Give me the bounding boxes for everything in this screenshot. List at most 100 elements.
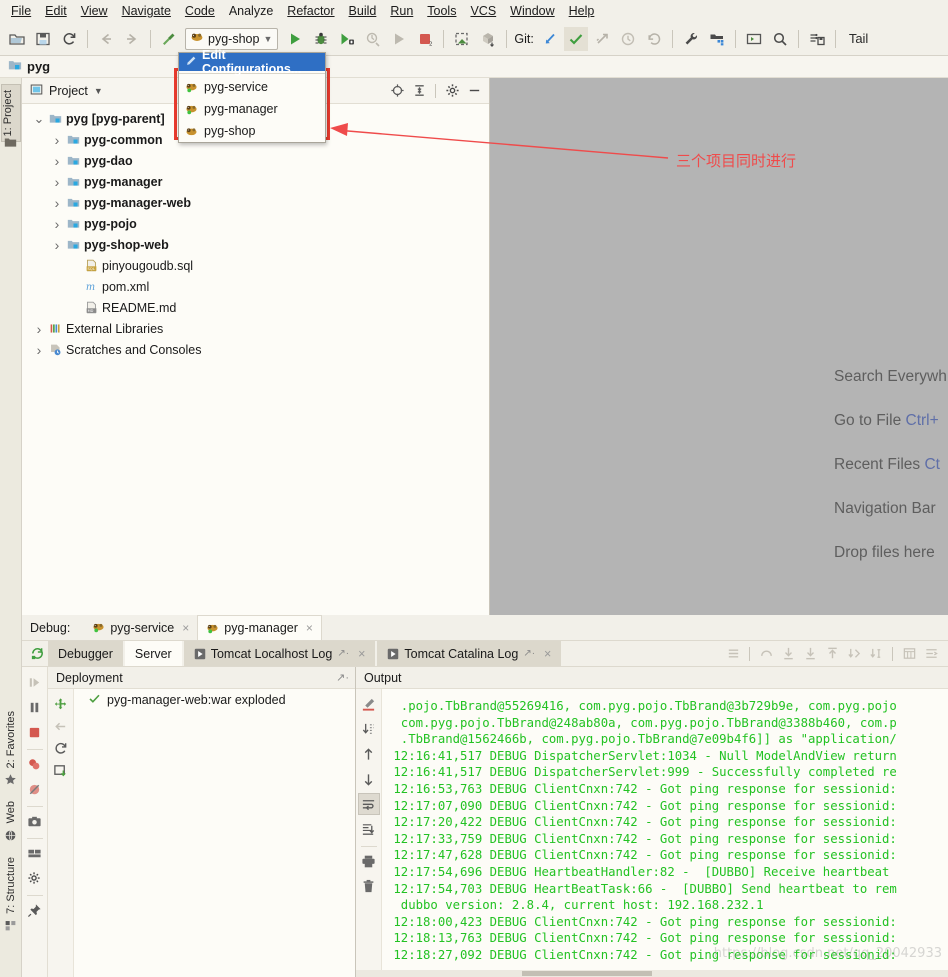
tree-row[interactable]: › pyg-dao — [22, 150, 489, 171]
update-project-icon[interactable] — [476, 27, 500, 51]
project-structure-icon[interactable] — [705, 27, 729, 51]
debug-icon[interactable] — [309, 27, 333, 51]
chevron-right-icon[interactable]: › — [50, 174, 64, 190]
chevron-right-icon[interactable]: › — [50, 195, 64, 211]
step-out-icon[interactable] — [821, 646, 843, 661]
tree-row[interactable]: m pom.xml — [22, 276, 489, 297]
rerun-icon[interactable] — [26, 646, 48, 661]
debug-sub-tab[interactable]: Debugger — [48, 641, 123, 666]
run-config-option[interactable]: pyg-service — [179, 76, 325, 98]
vcs-history-icon[interactable] — [616, 27, 640, 51]
project-view-chevron-icon[interactable]: ▼ — [94, 86, 103, 96]
vcs-push-icon[interactable] — [590, 27, 614, 51]
settings-wrench-icon[interactable] — [679, 27, 703, 51]
menu-item-build[interactable]: Build — [342, 2, 384, 20]
build-project-icon[interactable] — [450, 27, 474, 51]
stop-icon[interactable] — [24, 721, 46, 743]
save-all-icon[interactable] — [31, 27, 55, 51]
collapse-all-icon[interactable] — [408, 80, 430, 102]
run-gray-icon[interactable] — [387, 27, 411, 51]
tree-row[interactable]: › Scratches and Consoles — [22, 339, 489, 360]
close-icon[interactable]: × — [182, 621, 189, 635]
undeploy-icon[interactable] — [50, 715, 72, 737]
clear-all-icon[interactable] — [358, 693, 380, 715]
sync-icon[interactable] — [57, 27, 81, 51]
step-into-icon[interactable] — [777, 646, 799, 661]
tool-tab-favorites[interactable]: 2: Favorites — [4, 711, 17, 789]
menu-item-run[interactable]: Run — [383, 2, 420, 20]
vcs-commit-icon[interactable] — [563, 26, 588, 51]
close-icon[interactable]: × — [544, 647, 551, 661]
close-icon[interactable]: × — [306, 621, 313, 635]
soft-wrap-icon[interactable] — [357, 793, 380, 815]
pin-tab-icon[interactable]: ↗· — [336, 671, 349, 684]
dropdown-edit-configurations[interactable]: Edit Configurations... — [179, 48, 325, 76]
tool-tab-project[interactable]: 1: Project — [1, 84, 21, 143]
menu-item-window[interactable]: Window — [503, 2, 561, 20]
forward-arrow-icon[interactable] — [120, 27, 144, 51]
open-folder-icon[interactable] — [5, 27, 29, 51]
chevron-right-icon[interactable]: › — [50, 153, 64, 169]
menu-item-tools[interactable]: Tools — [420, 2, 463, 20]
update-icon[interactable] — [50, 759, 72, 781]
tree-row[interactable]: › pyg-shop-web — [22, 234, 489, 255]
stop-icon[interactable]: 2 — [413, 27, 437, 51]
settings-gear-icon[interactable] — [24, 867, 46, 889]
chevron-right-icon[interactable]: › — [32, 342, 46, 358]
close-icon[interactable]: × — [358, 647, 365, 661]
run-to-cursor-icon[interactable] — [865, 646, 887, 661]
menu-item-view[interactable]: View — [74, 2, 115, 20]
pin-tab-icon[interactable]: ↗· — [337, 648, 349, 659]
deployment-artifact-row[interactable]: pyg-manager-web:war exploded — [74, 689, 355, 711]
console-log[interactable]: .pojo.TbBrand@55269416, com.pyg.pojo.TbB… — [382, 689, 948, 977]
tree-row[interactable]: MD README.md — [22, 297, 489, 318]
menu-item-refactor[interactable]: Refactor — [280, 2, 341, 20]
tool-tab-web[interactable]: Web — [4, 801, 17, 844]
search-everywhere-icon[interactable] — [768, 27, 792, 51]
print-icon[interactable] — [358, 850, 380, 872]
debug-sub-tab[interactable]: Server — [124, 641, 182, 666]
tree-row[interactable]: › pyg-manager-web — [22, 192, 489, 213]
run-configuration-selector[interactable]: pyg-shop ▼ — [185, 27, 279, 50]
layout-settings-icon[interactable] — [920, 646, 942, 661]
force-step-into-icon[interactable] — [799, 646, 821, 661]
tree-row[interactable]: › pyg-pojo — [22, 213, 489, 234]
tree-row[interactable]: › External Libraries — [22, 318, 489, 339]
debug-session-tab[interactable]: pyg-manager × — [197, 615, 322, 640]
database-icon[interactable] — [805, 27, 829, 51]
menu-item-edit[interactable]: Edit — [38, 2, 74, 20]
tree-row[interactable]: › pyg-manager — [22, 171, 489, 192]
layout-icon[interactable] — [24, 842, 46, 864]
back-arrow-icon[interactable] — [94, 27, 118, 51]
chevron-right-icon[interactable]: › — [50, 216, 64, 232]
profile-icon[interactable] — [361, 27, 385, 51]
chevron-right-icon[interactable]: › — [32, 321, 46, 337]
vcs-rollback-icon[interactable] — [642, 27, 666, 51]
menu-item-navigate[interactable]: Navigate — [115, 2, 178, 20]
camera-icon[interactable] — [24, 810, 46, 832]
pause-program-icon[interactable] — [24, 696, 46, 718]
run-config-dropdown[interactable]: Edit Configurations... pyg-service pyg-ma… — [178, 48, 326, 143]
tree-row[interactable]: SQL pinyougoudb.sql — [22, 255, 489, 276]
gear-icon[interactable] — [441, 80, 463, 102]
hide-icon[interactable] — [463, 80, 485, 102]
scroll-down-icon[interactable] — [358, 718, 380, 740]
menu-item-code[interactable]: Code — [178, 2, 222, 20]
delete-icon[interactable] — [358, 875, 380, 897]
down-arrow-icon[interactable] — [358, 768, 380, 790]
chevron-right-icon[interactable]: › — [50, 132, 64, 148]
chevron-down-icon[interactable]: ⌄ — [32, 112, 46, 125]
menu-item-analyze[interactable]: Analyze — [222, 2, 280, 20]
pin-icon[interactable] — [24, 899, 46, 921]
tail-label[interactable]: Tail — [849, 31, 869, 46]
menu-item-help[interactable]: Help — [562, 2, 602, 20]
evaluate-expression-icon[interactable] — [898, 646, 920, 661]
chevron-down-icon[interactable]: ▼ — [263, 34, 272, 44]
redeploy-icon[interactable] — [50, 737, 72, 759]
menu-item-file[interactable]: File — [4, 2, 38, 20]
mute-breakpoints-icon[interactable] — [24, 778, 46, 800]
drop-frame-icon[interactable] — [843, 646, 865, 661]
run-coverage-icon[interactable] — [335, 27, 359, 51]
resume-program-icon[interactable] — [24, 671, 46, 693]
view-breakpoints-icon[interactable] — [24, 753, 46, 775]
